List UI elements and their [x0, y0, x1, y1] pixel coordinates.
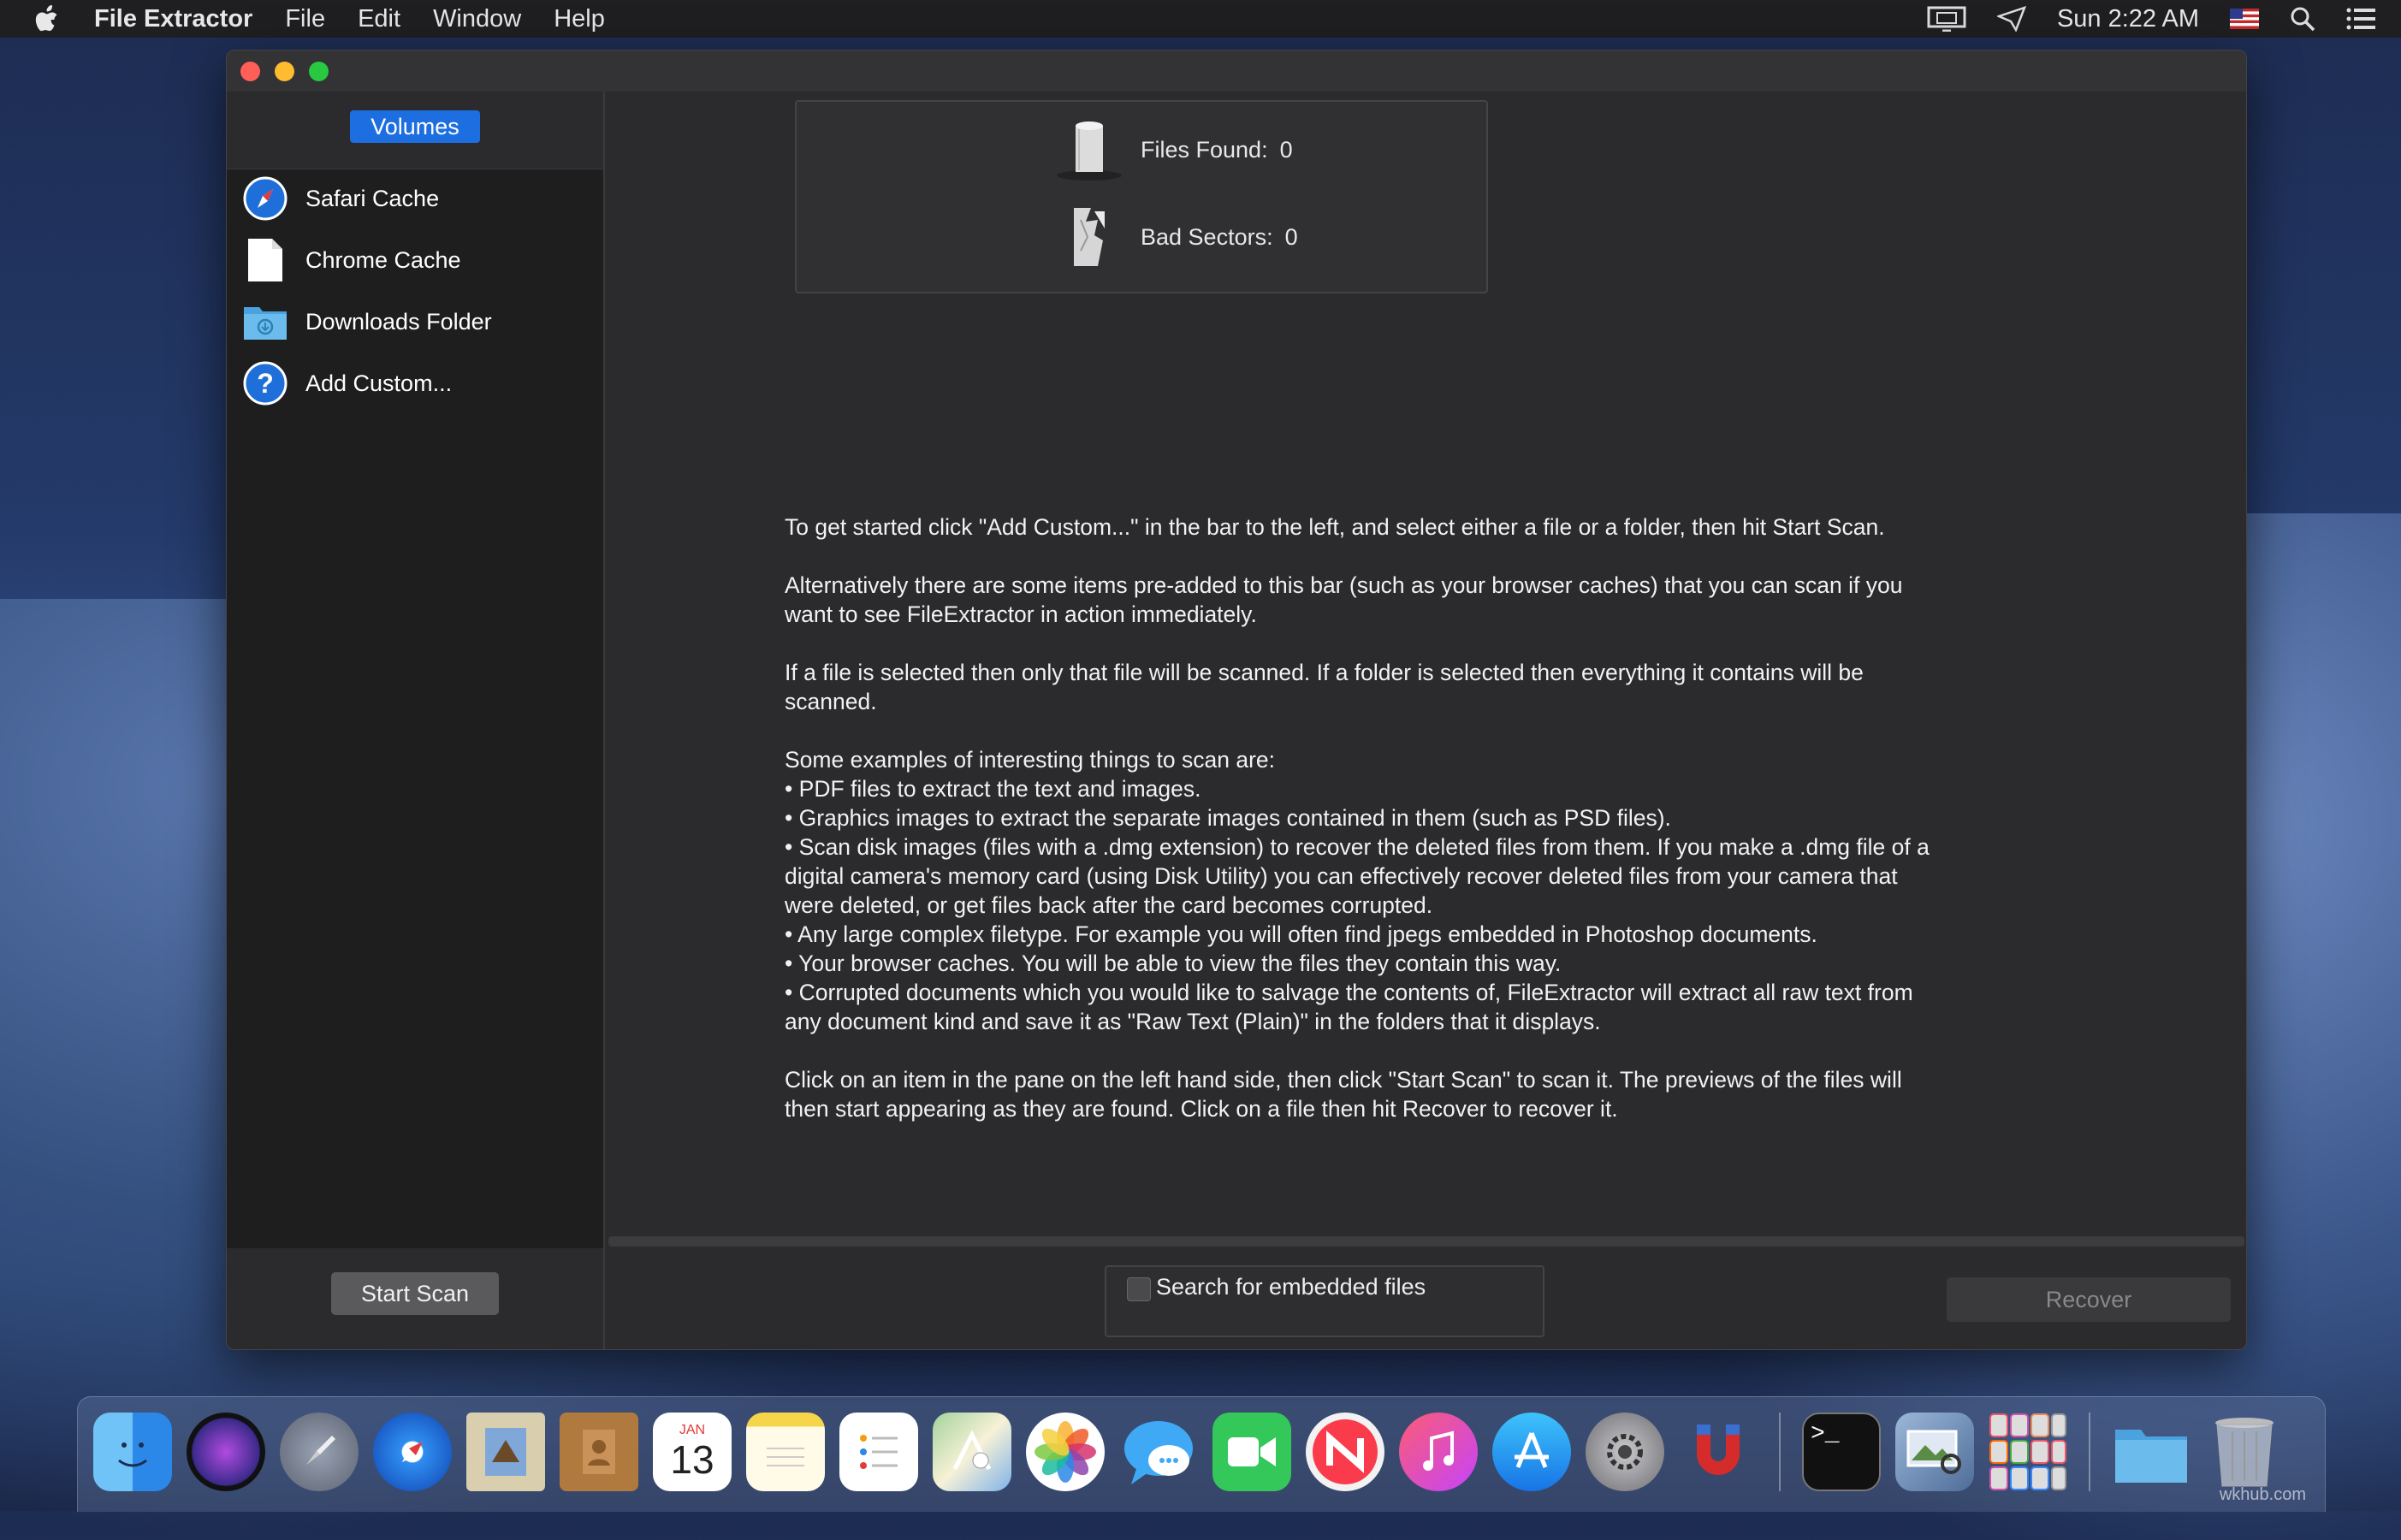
- files-found-label: Files Found:: [1141, 136, 1268, 163]
- search-icon[interactable]: [2290, 6, 2315, 32]
- menu-edit[interactable]: Edit: [358, 5, 400, 33]
- svg-text:?: ?: [257, 368, 274, 399]
- dock-separator: [1779, 1413, 1781, 1491]
- preview-icon[interactable]: [1895, 1413, 1974, 1491]
- examples-title: Some examples of interesting things to s…: [785, 747, 1275, 773]
- terminal-icon[interactable]: >_: [1802, 1413, 1881, 1491]
- safari-icon[interactable]: [373, 1413, 452, 1491]
- music-icon[interactable]: [1399, 1413, 1478, 1491]
- folder-icon: [242, 299, 288, 345]
- example-item: • Your browser caches. You will be able …: [785, 951, 1562, 976]
- notes-icon[interactable]: [746, 1413, 825, 1491]
- instructions-text: To get started click "Add Custom..." in …: [785, 512, 1948, 1152]
- split-view-divider[interactable]: [608, 1236, 2244, 1247]
- example-item: • Any large complex filetype. For exampl…: [785, 921, 1817, 947]
- watermark-text: wkhub.com: [2219, 1485, 2306, 1504]
- magnet-app-icon[interactable]: [1679, 1413, 1758, 1491]
- bad-sectors-count: 0: [1284, 223, 1298, 250]
- menu-clock[interactable]: Sun 2:22 AM: [2057, 5, 2199, 33]
- notification-list-icon[interactable]: [2346, 7, 2375, 31]
- sidebar-header: Volumes: [227, 92, 603, 169]
- news-icon[interactable]: [1306, 1413, 1384, 1491]
- embedded-files-checkbox[interactable]: [1127, 1277, 1151, 1301]
- example-item: • Corrupted documents which you would li…: [785, 980, 1920, 1034]
- compass-icon: [242, 175, 288, 222]
- menu-window[interactable]: Window: [433, 5, 521, 33]
- example-item: • PDF files to extract the text and imag…: [785, 776, 1201, 802]
- menu-bar: File Extractor File Edit Window Help Sun…: [0, 0, 2401, 38]
- paper-plane-icon[interactable]: [1996, 6, 2026, 32]
- display-icon[interactable]: [1927, 6, 1966, 32]
- launchpad-icon[interactable]: [280, 1413, 359, 1491]
- menu-help[interactable]: Help: [554, 5, 605, 33]
- broken-drive-icon: [1074, 208, 1105, 266]
- dock: JAN 13 >_ wkhub.com: [77, 1396, 2326, 1512]
- sidebar-item-safari-cache[interactable]: Safari Cache: [242, 170, 593, 227]
- files-found-count: 0: [1279, 136, 1293, 163]
- embedded-files-option: Search for embedded files: [1105, 1265, 1544, 1337]
- sidebar-item-add-custom[interactable]: ? Add Custom...: [242, 355, 593, 412]
- bad-sectors-label: Bad Sectors:: [1141, 223, 1273, 250]
- sidebar: Volumes Safari Cache Chrome Cache Downlo…: [227, 92, 605, 1248]
- folder-icon[interactable]: [2112, 1413, 2191, 1491]
- sidebar-item-downloads-folder[interactable]: Downloads Folder: [242, 293, 593, 350]
- bad-sectors-row: Bad Sectors: 0: [1055, 203, 1298, 271]
- system-preferences-icon[interactable]: [1586, 1413, 1664, 1491]
- stats-panel: Files Found: 0 Bad Sectors: 0: [795, 100, 1488, 293]
- files-found-row: Files Found: 0: [1055, 116, 1293, 184]
- document-icon: [242, 237, 288, 283]
- facetime-icon[interactable]: [1212, 1413, 1291, 1491]
- calendar-icon[interactable]: JAN 13: [653, 1413, 732, 1491]
- example-item: • Scan disk images (files with a .dmg ex…: [785, 834, 1936, 918]
- sidebar-item-chrome-cache[interactable]: Chrome Cache: [242, 232, 593, 288]
- examples-section: Some examples of interesting things to s…: [785, 745, 1948, 1036]
- app-grid-icon[interactable]: [1989, 1413, 2067, 1491]
- instructions-paragraph: To get started click "Add Custom..." in …: [785, 514, 1885, 540]
- menu-app-name[interactable]: File Extractor: [94, 5, 252, 33]
- app-window: Volumes Safari Cache Chrome Cache Downlo…: [226, 50, 2247, 1350]
- us-flag-icon[interactable]: [2230, 9, 2259, 29]
- embedded-files-label[interactable]: Search for embedded files: [1156, 1274, 1426, 1300]
- app-store-icon[interactable]: [1492, 1413, 1571, 1491]
- contacts-icon[interactable]: [560, 1413, 638, 1491]
- siri-icon[interactable]: [187, 1413, 265, 1491]
- minimize-button[interactable]: [275, 62, 294, 81]
- sidebar-item-label: Downloads Folder: [305, 308, 492, 335]
- menu-file[interactable]: File: [285, 5, 325, 33]
- zoom-button[interactable]: [309, 62, 329, 81]
- reminders-icon[interactable]: [839, 1413, 918, 1491]
- close-button[interactable]: [240, 62, 260, 81]
- apple-logo-icon[interactable]: [34, 5, 60, 33]
- help-icon: ?: [242, 360, 288, 406]
- finder-icon[interactable]: [93, 1413, 172, 1491]
- calendar-month: JAN: [679, 1423, 706, 1437]
- tab-volumes[interactable]: Volumes: [350, 110, 480, 143]
- sidebar-item-label: Safari Cache: [305, 185, 440, 211]
- messages-icon[interactable]: [1119, 1413, 1198, 1491]
- drive-icon: [1057, 121, 1122, 181]
- trash-icon[interactable]: [2205, 1413, 2284, 1491]
- title-bar[interactable]: [227, 50, 2246, 92]
- example-item: • Graphics images to extract the separat…: [785, 805, 1671, 831]
- sidebar-footer: Start Scan: [227, 1248, 605, 1349]
- recover-button[interactable]: Recover: [1947, 1277, 2231, 1322]
- instructions-paragraph: If a file is selected then only that fil…: [785, 660, 1864, 714]
- instructions-paragraph: Alternatively there are some items pre-a…: [785, 572, 1903, 627]
- instructions-paragraph: Click on an item in the pane on the left…: [785, 1067, 1902, 1122]
- photos-icon[interactable]: [1026, 1413, 1105, 1491]
- dock-separator: [2089, 1413, 2090, 1491]
- maps-icon[interactable]: [933, 1413, 1011, 1491]
- start-scan-button[interactable]: Start Scan: [331, 1272, 499, 1315]
- sidebar-item-label: Chrome Cache: [305, 246, 461, 273]
- mail-stamp-icon[interactable]: [466, 1413, 545, 1491]
- calendar-day: 13: [670, 1437, 714, 1482]
- sidebar-item-label: Add Custom...: [305, 370, 453, 396]
